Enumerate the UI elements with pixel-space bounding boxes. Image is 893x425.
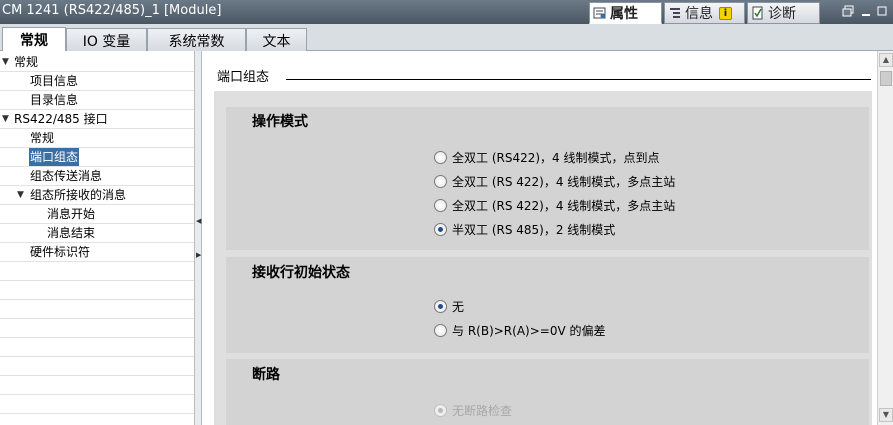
radio-button-selected[interactable] <box>434 299 447 313</box>
tree-item-label: 端口组态 <box>29 148 80 166</box>
tab-io-variables[interactable]: IO 变量 <box>66 28 147 51</box>
tree-item-label: 组态所接收的消息 <box>30 188 127 202</box>
pane-splitter[interactable]: ◀ ▶ <box>194 51 202 425</box>
diagnostics-icon <box>751 6 765 20</box>
tree-empty-row <box>0 357 194 376</box>
tree-item-label: 消息结束 <box>47 226 96 240</box>
section-wire-break: 断路 无断路检查 <box>226 359 869 425</box>
tree-item-label: 项目信息 <box>30 74 79 88</box>
title-bar: CM 1241 (RS422/485)_1 [Module] 属性 信息 i 诊… <box>0 0 893 24</box>
radio-option[interactable]: 全双工 (RS 422)，4 线制模式，多点主站 <box>434 172 675 190</box>
properties-icon <box>593 6 607 20</box>
tree-item-interface[interactable]: ▼ RS422/485 接口 <box>0 110 194 129</box>
tab-diagnostics[interactable]: 诊断 <box>747 2 820 24</box>
vertical-scrollbar[interactable]: ▲ ▼ <box>877 51 893 425</box>
tree-empty-row <box>0 376 194 395</box>
tab-bar: 常规 IO 变量 系统常数 文本 <box>0 24 893 52</box>
tree-item-message-start[interactable]: 消息开始 <box>0 205 194 224</box>
tree-item-message-end[interactable]: 消息结束 <box>0 224 194 243</box>
tree-item-label: RS422/485 接口 <box>14 112 108 126</box>
scroll-down-icon[interactable]: ▼ <box>879 408 893 422</box>
tree-item-port-config[interactable]: 端口组态 <box>0 148 194 167</box>
tree-item-project-info[interactable]: 项目信息 <box>0 72 194 91</box>
info-icon: i <box>719 6 732 20</box>
tree-item-interface-general[interactable]: 常规 <box>0 129 194 148</box>
section-title: 操作模式 <box>252 114 308 130</box>
tab-properties-label: 属性 <box>610 6 638 22</box>
tree-item-label: 常规 <box>14 55 39 69</box>
content-pane: 端口组态 操作模式 全双工 (RS422)，4 线制模式，点到点 全双工 (RS… <box>202 51 877 425</box>
window-title: CM 1241 (RS422/485)_1 [Module] <box>2 3 222 18</box>
tree-item-hw-identifier[interactable]: 硬件标识符 <box>0 243 194 262</box>
info-list-icon <box>668 6 682 20</box>
radio-button[interactable] <box>434 174 447 188</box>
pin-icon[interactable] <box>876 5 888 17</box>
radio-button[interactable] <box>434 198 447 212</box>
tree-item-receive-config[interactable]: ▼ 组态所接收的消息 <box>0 186 194 205</box>
tree-empty-row <box>0 262 194 281</box>
radio-label: 半双工 (RS 485)，2 线制模式 <box>452 222 616 237</box>
tree-item-label: 目录信息 <box>30 93 79 107</box>
tree-item-label: 组态传送消息 <box>30 169 103 183</box>
tab-diagnostics-label: 诊断 <box>768 6 796 22</box>
tab-system-constants[interactable]: 系统常数 <box>147 28 246 51</box>
radio-option[interactable]: 半双工 (RS 485)，2 线制模式 <box>434 220 615 238</box>
config-panel: 操作模式 全双工 (RS422)，4 线制模式，点到点 全双工 (RS 422)… <box>214 91 872 425</box>
section-receive-initial-state: 接收行初始状态 无 与 R(B)>R(A)>=0V 的偏差 <box>226 257 869 353</box>
radio-option[interactable]: 与 R(B)>R(A)>=0V 的偏差 <box>434 321 605 339</box>
caret-down-icon[interactable]: ▼ <box>2 110 9 128</box>
tree-empty-row <box>0 281 194 300</box>
header-divider <box>286 79 871 80</box>
tab-info-label: 信息 <box>685 6 713 22</box>
radio-label: 全双工 (RS422)，4 线制模式，点到点 <box>452 150 660 165</box>
scroll-up-icon[interactable]: ▲ <box>879 53 893 67</box>
radio-option[interactable]: 全双工 (RS422)，4 线制模式，点到点 <box>434 148 660 166</box>
tree-empty-row <box>0 319 194 338</box>
radio-option-disabled: 无断路检查 <box>434 401 512 419</box>
radio-label: 无 <box>452 299 465 314</box>
section-header: 端口组态 <box>217 70 270 85</box>
section-title: 接收行初始状态 <box>252 265 350 281</box>
radio-option[interactable]: 全双工 (RS 422)，4 线制模式，多点主站 <box>434 196 675 214</box>
scroll-thumb[interactable] <box>880 71 892 86</box>
section-operation-mode: 操作模式 全双工 (RS422)，4 线制模式，点到点 全双工 (RS 422)… <box>226 107 869 250</box>
section-title: 断路 <box>252 367 280 383</box>
expand-right-icon[interactable]: ▶ <box>196 251 201 259</box>
radio-label: 无断路检查 <box>452 403 513 418</box>
radio-button-selected[interactable] <box>434 222 447 236</box>
tree-empty-row <box>0 300 194 319</box>
radio-label: 与 R(B)>R(A)>=0V 的偏差 <box>452 323 606 338</box>
radio-label: 全双工 (RS 422)，4 线制模式，多点主站 <box>452 198 676 213</box>
restore-icon[interactable] <box>842 5 854 17</box>
tab-info[interactable]: 信息 i <box>664 2 745 24</box>
tree-item-transmit-config[interactable]: 组态传送消息 <box>0 167 194 186</box>
tree-item-catalog-info[interactable]: 目录信息 <box>0 91 194 110</box>
tab-general[interactable]: 常规 <box>2 27 66 52</box>
radio-button-disabled <box>434 403 447 417</box>
tree-item-label: 常规 <box>30 131 55 145</box>
collapse-left-icon[interactable]: ◀ <box>196 217 201 225</box>
tree-empty-row <box>0 338 194 357</box>
caret-down-icon[interactable]: ▼ <box>17 186 24 204</box>
caret-down-icon[interactable]: ▼ <box>2 53 9 71</box>
radio-option[interactable]: 无 <box>434 297 464 315</box>
minimize-icon[interactable] <box>860 5 872 17</box>
tree-item-general[interactable]: ▼ 常规 <box>0 53 194 72</box>
tab-text[interactable]: 文本 <box>246 28 307 51</box>
navigation-tree: ▼ 常规 项目信息 目录信息 ▼ RS422/485 接口 常规 端口组态 组态… <box>0 51 194 425</box>
tree-item-label: 消息开始 <box>47 207 96 221</box>
tree-item-label: 硬件标识符 <box>30 245 91 259</box>
radio-button[interactable] <box>434 323 447 337</box>
radio-label: 全双工 (RS 422)，4 线制模式，多点主站 <box>452 174 676 189</box>
radio-button[interactable] <box>434 150 447 164</box>
tree-empty-row <box>0 395 194 414</box>
tab-properties[interactable]: 属性 <box>589 2 662 24</box>
